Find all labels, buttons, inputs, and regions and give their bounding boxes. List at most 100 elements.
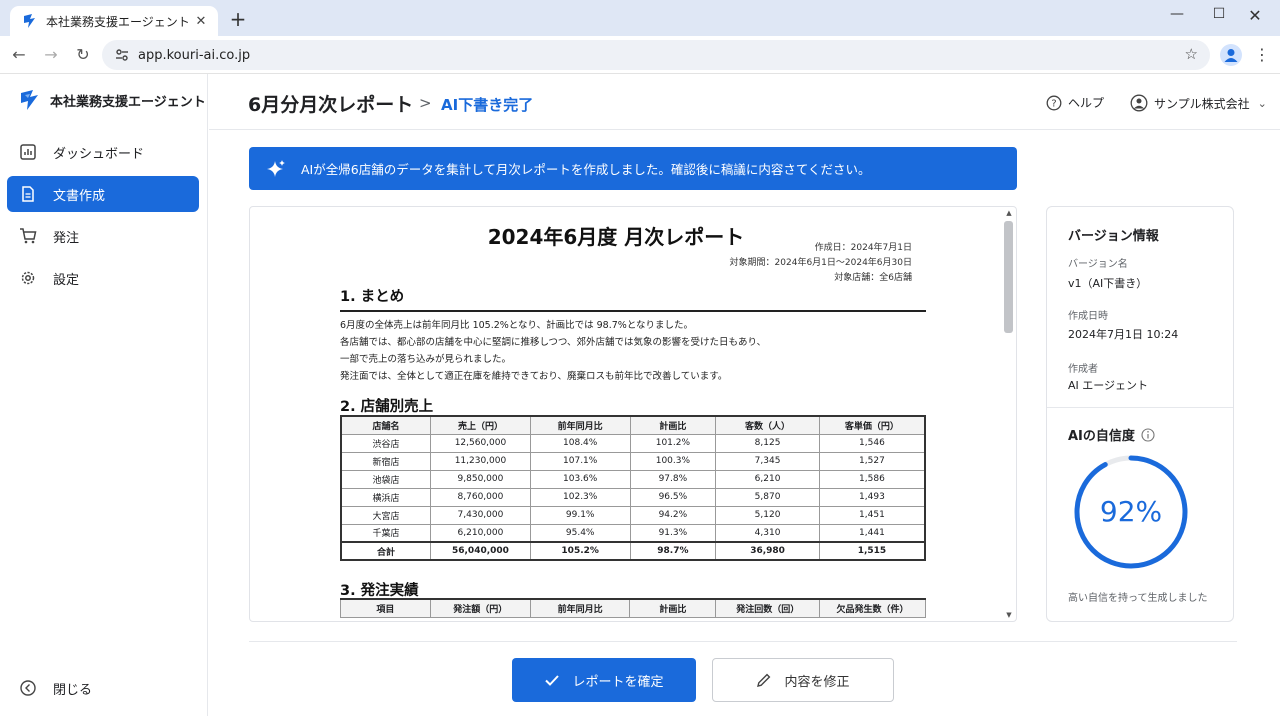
sidebar-item-order[interactable]: 発注 xyxy=(7,218,199,254)
gear-icon xyxy=(21,271,35,285)
help-link[interactable]: ? ヘルプ xyxy=(1046,94,1104,111)
breadcrumb-status: AI下書き完了 xyxy=(441,96,534,114)
table-cell: 5,870 xyxy=(715,487,820,507)
created-at-label: 作成日時 xyxy=(1068,311,1108,322)
bookmark-star-icon[interactable]: ☆ xyxy=(1185,45,1198,63)
version-name-label: バージョン名 xyxy=(1068,259,1128,270)
confirm-report-button[interactable]: レポートを確定 xyxy=(512,658,696,702)
version-name-value: v1（AI下書き） xyxy=(1068,277,1148,290)
table-cell: 6,210,000 xyxy=(430,523,531,543)
section-heading-summary: 1. まとめ xyxy=(340,285,926,312)
orders-table: 項目 発注額（円） 前年同月比 計画比 発注回数（回） 欠品発生数（件） xyxy=(340,598,926,618)
table-row: 千葉店 6,210,000 95.4% 91.3% 4,310 1,441 xyxy=(340,523,926,543)
help-icon: ? xyxy=(1046,95,1062,110)
table-cell: 8,125 xyxy=(715,433,820,453)
account-menu[interactable]: サンプル株式会社 ⌄ xyxy=(1130,94,1267,112)
ai-notice-banner: AIが全帰6店舗のデータを集計して月次レポートを作成しました。確認後に稿議に内容… xyxy=(249,147,1017,190)
column-header: 客単価（円） xyxy=(818,415,926,435)
report-stores: 対象店舗：全6店舗 xyxy=(834,273,912,283)
table-cell: 1,515 xyxy=(818,541,926,561)
table-cell: 5,120 xyxy=(715,505,820,525)
back-arrow-icon[interactable]: ← xyxy=(8,44,30,66)
reload-icon[interactable]: ↻ xyxy=(72,44,94,66)
table-cell: 94.2% xyxy=(629,505,717,525)
column-header: 計画比 xyxy=(629,598,717,618)
browser-tabstrip: 本社業務支援エージェント ✕ + — ☐ ✕ xyxy=(0,0,1280,36)
cart-icon xyxy=(20,228,37,244)
scroll-down-arrow-icon[interactable]: ▼ xyxy=(1004,611,1014,619)
confidence-heading-label: AIの自信度 xyxy=(1068,429,1135,444)
confirm-report-label: レポートを確定 xyxy=(572,674,664,690)
document-scrollbar[interactable]: ▲ ▼ xyxy=(1002,209,1014,619)
column-header: 発注回数（回） xyxy=(715,598,821,618)
table-cell: 横浜店 xyxy=(340,487,432,507)
forward-arrow-icon[interactable]: → xyxy=(40,44,62,66)
panel-divider xyxy=(1047,407,1233,408)
sidebar-close-button[interactable]: 閉じる xyxy=(7,670,199,706)
table-cell: 1,586 xyxy=(818,469,926,489)
address-bar[interactable]: app.kouri-ai.co.jp ☆ xyxy=(102,40,1210,70)
table-cell: 1,441 xyxy=(818,523,926,543)
sidebar-item-documents[interactable]: 文書作成 xyxy=(7,176,199,212)
table-total-row: 合計 56,040,000 105.2% 98.7% 36,980 1,515 xyxy=(340,541,926,561)
summary-paragraph: 発注面では、全体として適正在庫を維持できており、廃棄ロスも前年比で改善しています… xyxy=(340,371,728,382)
table-cell: 1,451 xyxy=(818,505,926,525)
confidence-value: 92% xyxy=(1099,495,1163,528)
brand-logo-icon xyxy=(21,90,38,110)
report-created-date: 作成日：2024年7月1日 xyxy=(814,243,912,253)
table-cell: 12,560,000 xyxy=(430,433,531,453)
scroll-up-arrow-icon[interactable]: ▲ xyxy=(1004,209,1014,217)
maximize-icon[interactable]: ☐ xyxy=(1204,6,1234,22)
svg-text:?: ? xyxy=(1051,98,1056,109)
site-settings-icon[interactable] xyxy=(114,47,130,63)
info-icon[interactable] xyxy=(1141,427,1155,442)
help-label: ヘルプ xyxy=(1068,96,1105,110)
browser-menu-icon[interactable]: ⋮ xyxy=(1254,44,1270,66)
document-page: 2024年6月度 月次レポート 作成日：2024年7月1日 対象期間：2024年… xyxy=(250,207,1002,621)
document-preview[interactable]: 2024年6月度 月次レポート 作成日：2024年7月1日 対象期間：2024年… xyxy=(249,206,1017,622)
author-label: 作成者 xyxy=(1068,364,1098,375)
table-row: 横浜店 8,760,000 102.3% 96.5% 5,870 1,493 xyxy=(340,487,926,507)
column-header: 売上（円） xyxy=(430,415,531,435)
tab-title: 本社業務支援エージェント xyxy=(46,14,190,29)
column-header: 前年同月比 xyxy=(529,598,631,618)
summary-paragraph: 一部で売上の落ち込みが見られました。 xyxy=(340,354,512,365)
tab-close-icon[interactable]: ✕ xyxy=(192,14,210,29)
column-header: 店舗名 xyxy=(340,415,432,435)
confidence-note: 高い自信を持って生成しました xyxy=(1068,593,1208,604)
table-cell: 千葉店 xyxy=(340,523,432,543)
minimize-icon[interactable]: — xyxy=(1162,6,1192,22)
table-cell: 91.3% xyxy=(629,523,717,543)
table-row: 渋谷店 12,560,000 108.4% 101.2% 8,125 1,546 xyxy=(340,433,926,453)
column-header: 計画比 xyxy=(629,415,717,435)
url-text: app.kouri-ai.co.jp xyxy=(138,47,251,63)
browser-tab[interactable]: 本社業務支援エージェント ✕ xyxy=(10,6,218,36)
chevron-down-icon: ⌄ xyxy=(1257,96,1267,110)
table-header-row: 店舗名 売上（円） 前年同月比 計画比 客数（人） 客単価（円） xyxy=(340,415,926,435)
profile-avatar-icon[interactable] xyxy=(1220,44,1242,66)
edit-content-label: 内容を修正 xyxy=(784,674,850,690)
scrollbar-thumb[interactable] xyxy=(1004,221,1013,333)
new-tab-icon[interactable]: + xyxy=(228,9,248,29)
confidence-heading: AIの自信度 xyxy=(1068,425,1155,444)
table-cell: 56,040,000 xyxy=(430,541,531,561)
table-row: 新宿店 11,230,000 107.1% 100.3% 7,345 1,527 xyxy=(340,451,926,471)
table-row: 池袋店 9,850,000 103.6% 97.8% 6,210 1,586 xyxy=(340,469,926,489)
table-cell: 8,760,000 xyxy=(430,487,531,507)
table-cell: 4,310 xyxy=(715,523,820,543)
pencil-icon xyxy=(757,673,771,687)
sidebar-item-dashboard[interactable]: ダッシュボード xyxy=(7,134,199,170)
version-heading: バージョン情報 xyxy=(1068,229,1159,244)
summary-paragraph: 各店舗では、都心部の店舗を中心に堅調に推移しつつ、郊外店舗では気象の影響を受けた… xyxy=(340,337,767,348)
window-close-icon[interactable]: ✕ xyxy=(1240,6,1270,25)
sparkle-icon xyxy=(267,159,285,177)
collapse-left-icon xyxy=(20,680,36,696)
page-header: 6月分月次レポート > AI下書き完了 ? ヘルプ サンプル株式会社 ⌄ xyxy=(209,74,1280,130)
sidebar-item-settings[interactable]: 設定 xyxy=(7,260,199,296)
table-cell: 97.8% xyxy=(629,469,717,489)
banner-text: AIが全帰6店舗のデータを集計して月次レポートを作成しました。確認後に稿議に内容… xyxy=(301,162,871,177)
edit-content-button[interactable]: 内容を修正 xyxy=(712,658,894,702)
table-cell: 新宿店 xyxy=(340,451,432,471)
column-header: 発注額（円） xyxy=(429,598,531,618)
summary-paragraph: 6月度の全体売上は前年同月比 105.2%となり、計画比では 98.7%となりま… xyxy=(340,320,694,331)
